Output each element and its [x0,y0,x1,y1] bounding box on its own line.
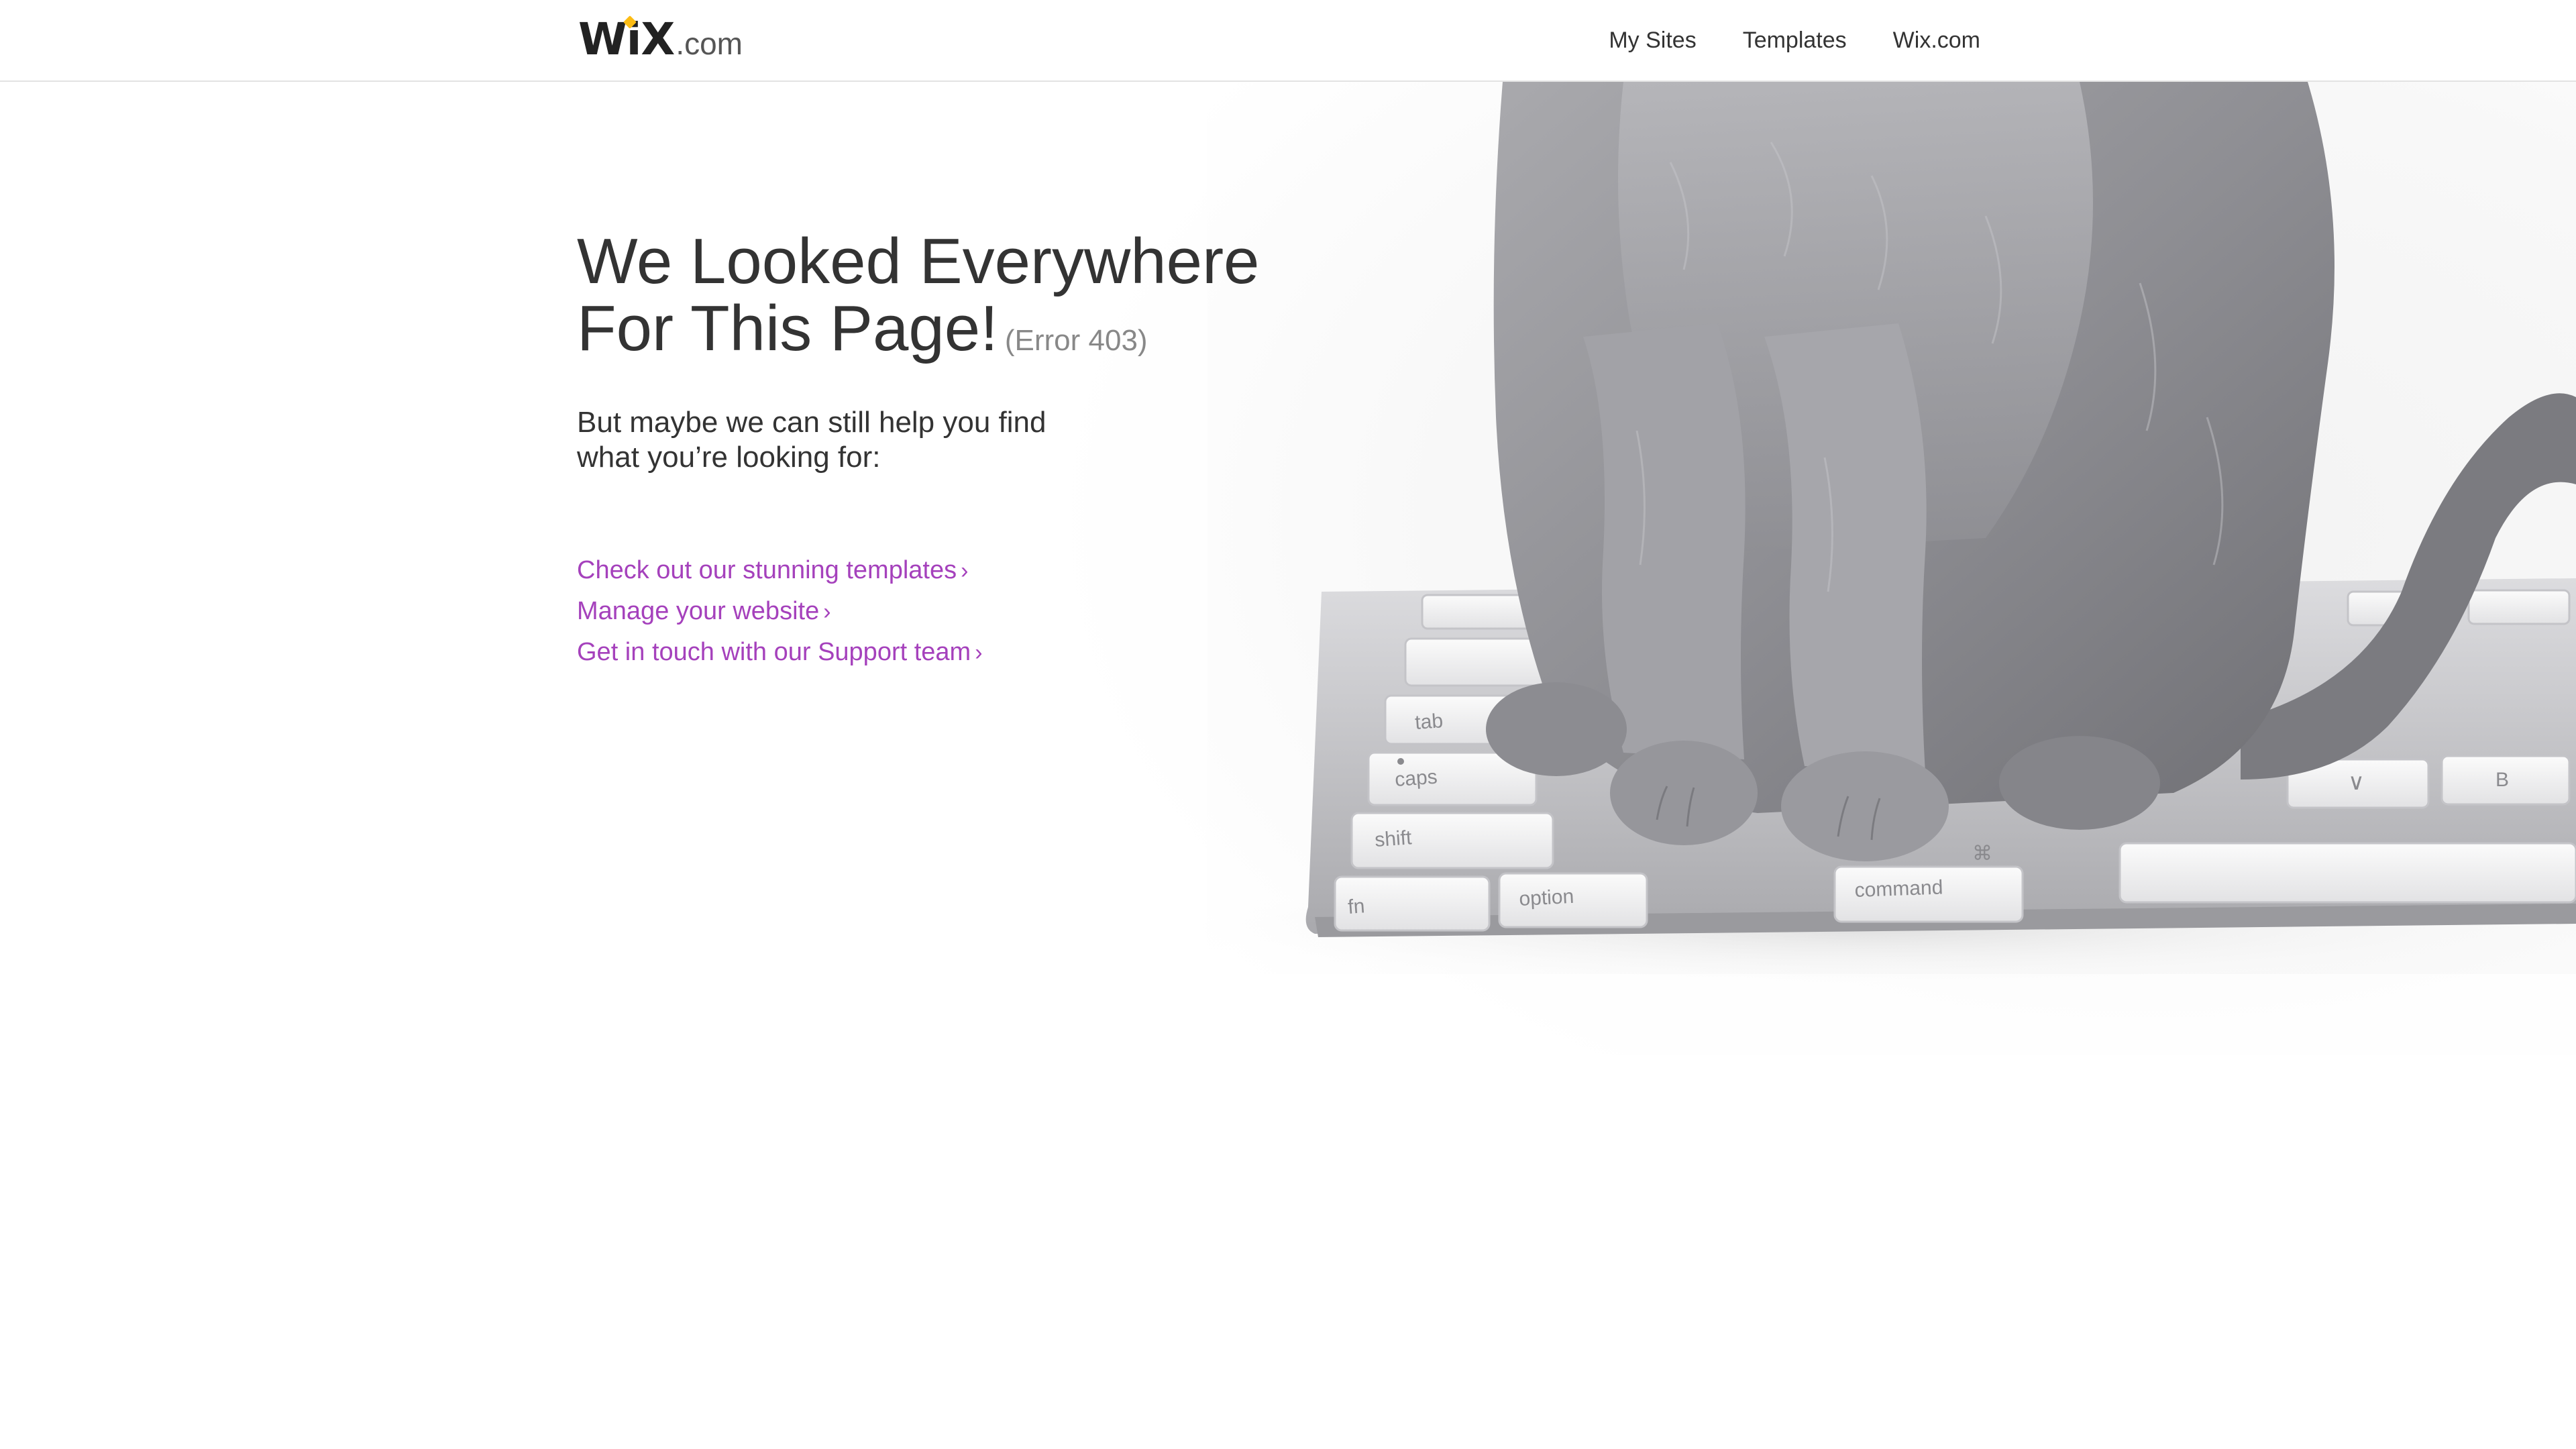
svg-text:command: command [1854,876,1943,902]
top-header: WiX .com My Sites Templates Wix.com [0,0,2576,82]
manage-website-link-label: Manage your website [577,597,820,625]
svg-text:caps: caps [1394,766,1438,791]
chevron-right-icon: › [961,558,969,584]
error-code: (Error 403) [1004,324,1148,357]
title-line-2: For This Page! (Error 403) [577,295,1315,374]
nav-templates[interactable]: Templates [1743,0,1847,80]
title-line-2-text: For This Page! [577,292,998,364]
error-content: We Looked Everywhere For This Page! (Erro… [577,228,1315,673]
svg-text:fn: fn [1347,895,1365,918]
help-links: Check out our stunning templates › Manage… [577,550,1315,673]
svg-text:option: option [1519,885,1574,910]
page-title: We Looked Everywhere For This Page! (Erro… [577,228,1315,374]
templates-link[interactable]: Check out our stunning templates › [577,550,1315,591]
manage-website-link[interactable]: Manage your website › [577,591,1315,632]
support-link[interactable]: Get in touch with our Support team › [577,632,1315,673]
svg-text:shift: shift [1374,826,1413,851]
title-line-1: We Looked Everywhere [577,225,1260,297]
nav-wix-com[interactable]: Wix.com [1893,0,1980,80]
chevron-right-icon: › [823,599,831,625]
svg-text:⌘: ⌘ [1972,843,1992,865]
nav-my-sites[interactable]: My Sites [1609,0,1696,80]
error-page: WiX .com My Sites Templates Wix.com tab … [0,0,2576,1449]
chevron-right-icon: › [975,640,983,665]
svg-text:∨: ∨ [2348,769,2365,795]
help-subtext: But maybe we can still help you find wha… [577,405,1315,475]
subtext-line-1: But maybe we can still help you find [577,406,1046,439]
svg-text:tab: tab [1414,710,1444,734]
support-link-label: Get in touch with our Support team [577,638,971,666]
subtext-line-2: what you’re looking for: [577,441,881,474]
logo-suffix: .com [676,26,743,61]
templates-link-label: Check out our stunning templates [577,556,957,584]
svg-text:B: B [2496,769,2509,791]
top-nav: My Sites Templates Wix.com [1562,0,1980,80]
wix-logo[interactable]: WiX .com [578,9,743,70]
